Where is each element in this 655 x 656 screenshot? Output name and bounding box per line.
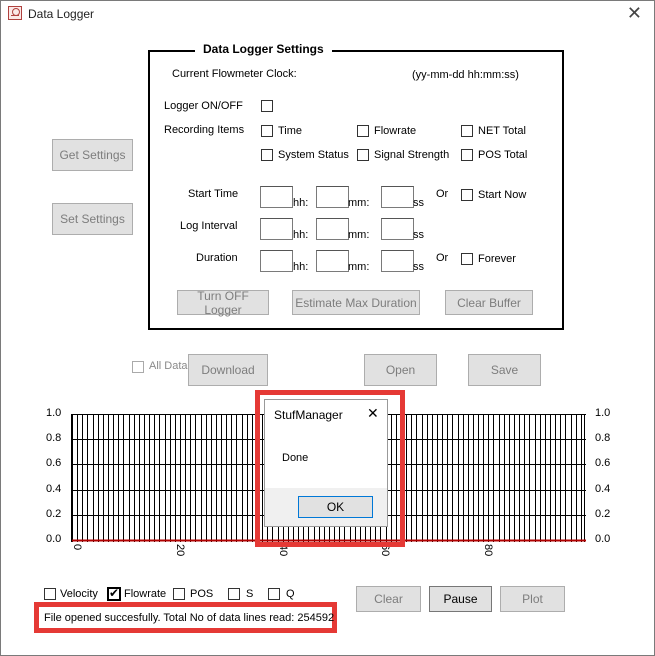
clock-format: (yy-mm-dd hh:mm:ss) bbox=[412, 69, 519, 81]
y-tick-label-right: 1.0 bbox=[595, 407, 611, 419]
duration-mm-unit: mm: bbox=[348, 261, 370, 273]
interval-ss-unit: ss bbox=[413, 229, 424, 241]
duration-label: Duration bbox=[196, 252, 238, 264]
pos-label: POS bbox=[190, 588, 214, 600]
log-interval-label: Log Interval bbox=[180, 220, 238, 232]
set-settings-button[interactable]: Set Settings bbox=[52, 203, 133, 235]
window-title: Data Logger bbox=[28, 7, 95, 21]
time-checkbox[interactable] bbox=[261, 125, 273, 137]
duration-mm-input[interactable] bbox=[316, 250, 349, 272]
q-checkbox[interactable] bbox=[268, 588, 280, 600]
dialog-message: Done bbox=[282, 452, 309, 464]
duration-hh-unit: hh: bbox=[293, 261, 309, 273]
interval-mm-input[interactable] bbox=[316, 218, 349, 240]
net-total-label: NET Total bbox=[478, 125, 526, 137]
save-button[interactable]: Save bbox=[468, 354, 541, 386]
start-ss-input[interactable] bbox=[381, 186, 414, 208]
y-tick-label-right: 0.2 bbox=[595, 508, 611, 520]
start-ss-unit: ss bbox=[413, 197, 424, 209]
y-tick-label-left: 0.6 bbox=[46, 457, 62, 469]
interval-hh-input[interactable] bbox=[260, 218, 293, 240]
all-data-checkbox[interactable] bbox=[132, 361, 144, 373]
y-tick-label-left: 0.8 bbox=[46, 432, 62, 444]
y-tick-label-right: 0.8 bbox=[595, 432, 611, 444]
clear-buffer-button[interactable]: Clear Buffer bbox=[445, 290, 533, 315]
data-logger-window: Data Logger ✕ Get Settings Set Settings … bbox=[0, 0, 655, 656]
start-now-label: Start Now bbox=[478, 189, 527, 201]
q-label: Q bbox=[286, 588, 295, 600]
duration-ss-input[interactable] bbox=[381, 250, 414, 272]
start-hh-unit: hh: bbox=[293, 197, 309, 209]
duration-hh-input[interactable] bbox=[260, 250, 293, 272]
duration-ss-unit: ss bbox=[413, 261, 424, 273]
signal-strength-checkbox[interactable] bbox=[357, 149, 369, 161]
interval-hh-unit: hh: bbox=[293, 229, 309, 241]
logger-onoff-checkbox[interactable] bbox=[261, 100, 273, 112]
close-icon[interactable]: ✕ bbox=[627, 3, 642, 24]
clock-label: Current Flowmeter Clock: bbox=[172, 68, 297, 80]
message-dialog: StufManager ✕ Done OK bbox=[264, 399, 388, 527]
y-tick-label-left: 0.2 bbox=[46, 508, 62, 520]
app-icon bbox=[8, 6, 22, 20]
system-status-checkbox[interactable] bbox=[261, 149, 273, 161]
x-tick-label: 20 bbox=[174, 544, 186, 557]
start-now-checkbox[interactable] bbox=[461, 189, 473, 201]
forever-label: Forever bbox=[478, 253, 516, 265]
pause-button[interactable]: Pause bbox=[429, 586, 492, 612]
x-tick-label: 80 bbox=[482, 544, 494, 557]
logger-onoff-label: Logger ON/OFF bbox=[164, 100, 243, 112]
signal-strength-label: Signal Strength bbox=[374, 149, 450, 161]
y-tick-label-right: 0.4 bbox=[595, 483, 611, 495]
y-tick-label-right: 0.0 bbox=[595, 533, 611, 545]
start-mm-input[interactable] bbox=[316, 186, 349, 208]
velocity-checkbox[interactable] bbox=[44, 588, 56, 600]
s-label: S bbox=[246, 588, 254, 600]
dialog-title: StufManager bbox=[274, 408, 343, 422]
pos-total-label: POS Total bbox=[478, 149, 528, 161]
open-button[interactable]: Open bbox=[364, 354, 437, 386]
y-tick-label-left: 0.0 bbox=[46, 533, 62, 545]
estimate-max-duration-button[interactable]: Estimate Max Duration bbox=[292, 290, 420, 315]
all-data-label: All Data bbox=[149, 360, 188, 372]
start-or-label: Or bbox=[436, 188, 449, 200]
interval-ss-input[interactable] bbox=[381, 218, 414, 240]
y-tick-label-right: 0.6 bbox=[595, 457, 611, 469]
dialog-close-icon[interactable]: ✕ bbox=[367, 406, 379, 422]
y-tick-label-left: 0.4 bbox=[46, 483, 62, 495]
turn-off-logger-button[interactable]: Turn OFF Logger bbox=[177, 289, 269, 317]
flowrate-item-label: Flowrate bbox=[374, 125, 417, 137]
time-label: Time bbox=[278, 125, 303, 137]
title-bar: Data Logger ✕ bbox=[1, 1, 654, 27]
net-total-checkbox[interactable] bbox=[461, 125, 473, 137]
flowrate-item-checkbox[interactable] bbox=[357, 125, 369, 137]
duration-or-label: Or bbox=[436, 252, 449, 264]
flowrate-plot-checkbox[interactable] bbox=[107, 586, 121, 601]
forever-checkbox[interactable] bbox=[461, 253, 473, 265]
system-status-label: System Status bbox=[278, 149, 349, 161]
pos-total-checkbox[interactable] bbox=[461, 149, 473, 161]
start-time-label: Start Time bbox=[188, 188, 239, 200]
settings-group-title: Data Logger Settings bbox=[195, 42, 332, 56]
y-tick-label-left: 1.0 bbox=[46, 407, 62, 419]
clear-button[interactable]: Clear bbox=[356, 586, 421, 612]
flowrate-plot-label: Flowrate bbox=[124, 588, 167, 600]
x-tick-label: 0 bbox=[71, 544, 83, 551]
dialog-ok-button[interactable]: OK bbox=[298, 496, 373, 518]
velocity-label: Velocity bbox=[60, 588, 98, 600]
get-settings-button[interactable]: Get Settings bbox=[52, 139, 133, 171]
s-checkbox[interactable] bbox=[228, 588, 240, 600]
recording-items-label: Recording Items bbox=[164, 124, 245, 136]
status-message: File opened succesfully. Total No of dat… bbox=[44, 612, 335, 624]
dialog-body: StufManager ✕ Done bbox=[265, 400, 387, 488]
start-mm-unit: mm: bbox=[348, 197, 370, 209]
interval-mm-unit: mm: bbox=[348, 229, 370, 241]
download-button[interactable]: Download bbox=[188, 354, 268, 386]
start-hh-input[interactable] bbox=[260, 186, 293, 208]
plot-button[interactable]: Plot bbox=[500, 586, 565, 612]
pos-checkbox[interactable] bbox=[173, 588, 185, 600]
